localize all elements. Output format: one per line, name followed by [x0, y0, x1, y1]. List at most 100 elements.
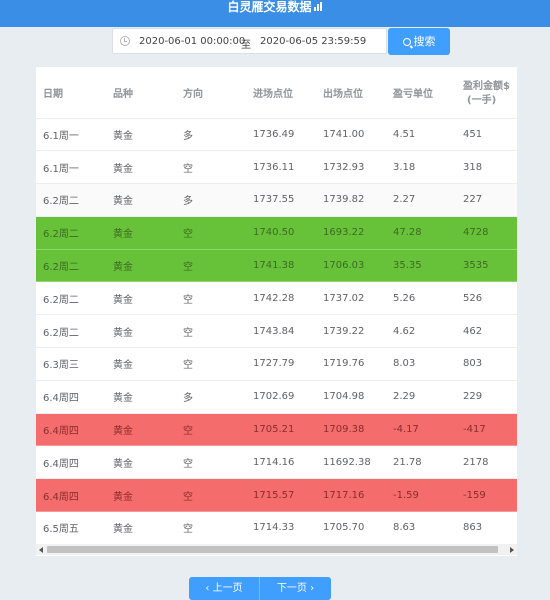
direction-cell: 多 [176, 380, 246, 414]
search-icon [402, 38, 411, 46]
table-row[interactable]: 6.3周三 黄金空 1727.79 1719.76 8.03 803 [36, 347, 517, 381]
exit-price-cell: 1706.03 [316, 249, 386, 283]
exit-price-cell: 1693.22 [316, 216, 386, 250]
exit-price-cell: 11692.38 [316, 445, 386, 480]
date-cell: 6.2周二 [36, 314, 106, 349]
end-date-input[interactable]: 2020-06-05 23:59:59 [260, 36, 366, 47]
entry-price-cell: 1736.11 [246, 150, 316, 185]
start-date-input[interactable]: 2020-06-01 00:00:00 [139, 36, 245, 47]
column-header[interactable]: 盈亏单位 [386, 67, 456, 119]
product-cell: 黄金 [106, 478, 176, 513]
prev-page-button[interactable]: ‹ 上一页 [189, 577, 260, 600]
bar-chart-icon [313, 0, 323, 15]
table-row[interactable]: 6.1周一 黄金多 1736.49 1741.00 4.51 451 [36, 118, 517, 152]
date-cell: 6.2周二 [36, 249, 106, 283]
units-cell: 2.27 [386, 183, 456, 217]
table-row[interactable]: 6.2周二 黄金多 1737.55 1739.82 2.27 227 [36, 183, 517, 217]
entry-price-cell: 1737.55 [246, 183, 316, 217]
direction-cell: 空 [176, 314, 246, 349]
column-header[interactable]: 品种 [106, 67, 176, 119]
table-header-row: 日期 品种 方向 进场点位 出场点位 盈亏单位 盈利金额$ (一手) [36, 67, 517, 119]
entry-price-cell: 1736.49 [246, 118, 316, 152]
units-cell: 8.63 [386, 511, 456, 545]
range-separator: 至 [241, 40, 251, 51]
entry-price-cell: 1714.33 [246, 511, 316, 545]
profit-cell: 3535 [456, 249, 517, 283]
column-header[interactable]: 进场点位 [246, 67, 316, 119]
date-cell: 6.1周一 [36, 118, 106, 152]
profit-cell: 227 [456, 183, 517, 217]
table-row[interactable]: 6.2周二 黄金空 1742.28 1737.02 5.26 526 [36, 281, 517, 316]
entry-price-cell: 1714.16 [246, 445, 316, 480]
product-cell: 黄金 [106, 118, 176, 152]
direction-cell: 多 [176, 183, 246, 217]
units-cell: -4.17 [386, 413, 456, 447]
profit-cell: 526 [456, 281, 517, 316]
table-row[interactable]: 6.4周四 黄金空 1714.16 11692.38 21.78 2178 [36, 445, 517, 480]
exit-price-cell: 1705.70 [316, 511, 386, 545]
scrollbar-thumb[interactable] [47, 546, 498, 553]
page-header: 白灵雁交易数据 [0, 0, 550, 27]
profit-cell: -159 [456, 478, 517, 513]
column-header[interactable]: 盈利金额$ (一手) [456, 67, 517, 119]
profit-cell: 863 [456, 511, 517, 545]
product-cell: 黄金 [106, 281, 176, 316]
table-row[interactable]: 6.4周四 黄金空 1705.21 1709.38 -4.17 -417 [36, 413, 517, 447]
date-cell: 6.1周一 [36, 150, 106, 185]
profit-cell: 803 [456, 347, 517, 381]
direction-cell: 空 [176, 478, 246, 513]
units-cell: 4.51 [386, 118, 456, 152]
exit-price-cell: 1739.22 [316, 314, 386, 349]
horizontal-scrollbar[interactable] [36, 544, 517, 555]
profit-cell: 451 [456, 118, 517, 152]
direction-cell: 空 [176, 347, 246, 381]
column-header[interactable]: 日期 [36, 67, 106, 119]
direction-cell: 空 [176, 249, 246, 283]
prev-page-label: 上一页 [212, 583, 243, 594]
table-row[interactable]: 6.2周二 黄金空 1743.84 1739.22 4.62 462 [36, 314, 517, 349]
direction-cell: 空 [176, 511, 246, 545]
exit-price-cell: 1704.98 [316, 380, 386, 414]
entry-price-cell: 1741.38 [246, 249, 316, 283]
units-cell: 47.28 [386, 216, 456, 250]
date-cell: 6.2周二 [36, 183, 106, 217]
product-cell: 黄金 [106, 216, 176, 250]
date-cell: 6.4周四 [36, 413, 106, 447]
date-range-picker[interactable]: 2020-06-01 00:00:00 至 2020-06-05 23:59:5… [112, 28, 387, 54]
profit-cell: 2178 [456, 445, 517, 480]
exit-price-cell: 1732.93 [316, 150, 386, 185]
direction-cell: 空 [176, 216, 246, 250]
exit-price-cell: 1741.00 [316, 118, 386, 152]
date-cell: 6.2周二 [36, 216, 106, 250]
scroll-left-icon[interactable] [39, 547, 43, 553]
entry-price-cell: 1740.50 [246, 216, 316, 250]
profit-cell: 462 [456, 314, 517, 349]
entry-price-cell: 1743.84 [246, 314, 316, 349]
product-cell: 黄金 [106, 249, 176, 283]
units-cell: 3.18 [386, 150, 456, 185]
entry-price-cell: 1705.21 [246, 413, 316, 447]
next-page-button[interactable]: 下一页 › [260, 577, 331, 600]
page-title: 白灵雁交易数据 [227, 0, 312, 14]
table-row[interactable]: 6.4周四 黄金空 1715.57 1717.16 -1.59 -159 [36, 478, 517, 513]
date-cell: 6.5周五 [36, 511, 106, 545]
table-row[interactable]: 6.4周四 黄金多 1702.69 1704.98 2.29 229 [36, 380, 517, 414]
entry-price-cell: 1742.28 [246, 281, 316, 316]
column-header[interactable]: 方向 [176, 67, 246, 119]
column-header[interactable]: 出场点位 [316, 67, 386, 119]
column-header-sub: (一手) [467, 95, 497, 107]
exit-price-cell: 1709.38 [316, 413, 386, 447]
product-cell: 黄金 [106, 413, 176, 447]
units-cell: 21.78 [386, 445, 456, 480]
table-row[interactable]: 6.5周五 黄金空 1714.33 1705.70 8.63 863 [36, 511, 517, 545]
table-row[interactable]: 6.2周二 黄金空 1740.50 1693.22 47.28 4728 [36, 216, 517, 250]
exit-price-cell: 1739.82 [316, 183, 386, 217]
table-row[interactable]: 6.2周二 黄金空 1741.38 1706.03 35.35 3535 [36, 249, 517, 283]
table-row[interactable]: 6.1周一 黄金空 1736.11 1732.93 3.18 318 [36, 150, 517, 185]
units-cell: -1.59 [386, 478, 456, 513]
units-cell: 35.35 [386, 249, 456, 283]
next-page-label: 下一页 [276, 583, 307, 594]
units-cell: 5.26 [386, 281, 456, 316]
search-button[interactable]: 搜索 [388, 28, 450, 55]
scroll-right-icon[interactable] [510, 547, 514, 553]
